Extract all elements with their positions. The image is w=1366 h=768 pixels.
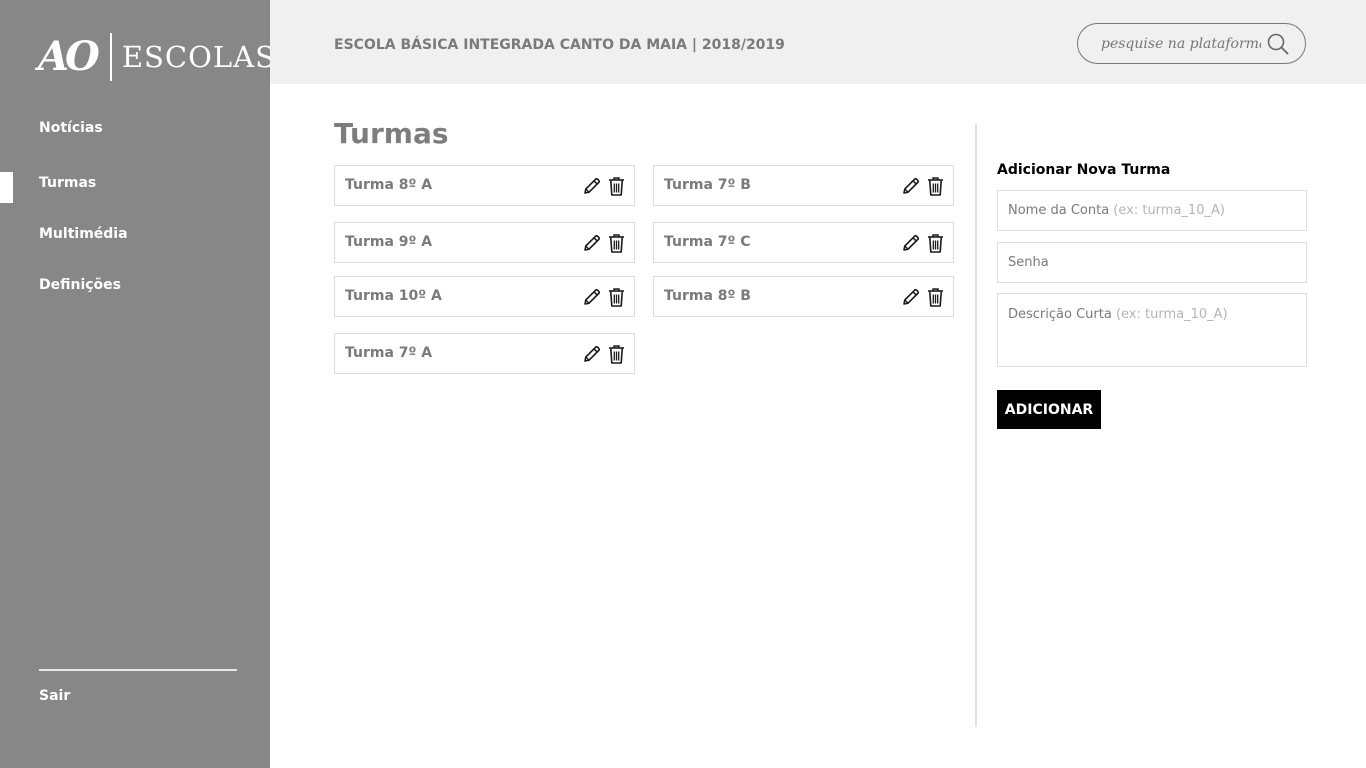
sidebar-item-turmas[interactable]: Turmas: [39, 175, 96, 191]
class-name: Turma 7º B: [664, 177, 751, 193]
class-card[interactable]: Turma 10º A: [334, 276, 635, 317]
account-name-placeholder: Nome da Conta (ex: turma_10_A): [1008, 203, 1225, 218]
class-card[interactable]: Turma 7º C: [653, 222, 954, 263]
sidebar-divider: [39, 669, 237, 671]
app-logo[interactable]: AO ESCOLAS: [38, 32, 276, 82]
class-card[interactable]: Turma 8º B: [653, 276, 954, 317]
pencil-icon[interactable]: [901, 176, 921, 196]
pencil-icon[interactable]: [582, 287, 602, 307]
trash-icon[interactable]: [927, 176, 944, 196]
school-title: ESCOLA BÁSICA INTEGRADA CANTO DA MAIA | …: [334, 37, 785, 53]
logo-mark: AO: [38, 33, 100, 80]
class-name: Turma 7º A: [345, 345, 433, 361]
class-card[interactable]: Turma 8º A: [334, 165, 635, 206]
class-name: Turma 7º C: [664, 234, 751, 250]
page-title: Turmas: [334, 117, 449, 150]
sidebar-item-definicoes[interactable]: Definições: [39, 277, 121, 293]
sidebar: AO ESCOLAS Notícias Turmas Multimédia De…: [0, 0, 275, 768]
class-card[interactable]: Turma 9º A: [334, 222, 635, 263]
active-nav-indicator: [0, 172, 13, 203]
search-input[interactable]: [1101, 33, 1261, 55]
short-description-placeholder: Descrição Curta (ex: turma_10_A): [1008, 307, 1228, 322]
top-header: ESCOLA BÁSICA INTEGRADA CANTO DA MAIA | …: [270, 0, 1366, 84]
pencil-icon[interactable]: [582, 176, 602, 196]
trash-icon[interactable]: [608, 176, 625, 196]
class-name: Turma 10º A: [345, 288, 442, 304]
account-name-field[interactable]: Nome da Conta (ex: turma_10_A): [997, 190, 1307, 231]
password-field[interactable]: Senha: [997, 242, 1307, 283]
class-name: Turma 8º A: [345, 177, 433, 193]
class-card[interactable]: Turma 7º A: [334, 333, 635, 374]
search-box[interactable]: [1077, 23, 1306, 64]
pencil-icon[interactable]: [582, 344, 602, 364]
pencil-icon[interactable]: [901, 233, 921, 253]
trash-icon[interactable]: [608, 344, 625, 364]
sidebar-item-noticias[interactable]: Notícias: [39, 120, 103, 136]
logout-link[interactable]: Sair: [39, 688, 70, 704]
add-class-button[interactable]: ADICIONAR: [997, 390, 1101, 429]
vertical-divider: [975, 124, 977, 727]
password-placeholder: Senha: [1008, 255, 1049, 270]
sidebar-item-multimedia[interactable]: Multimédia: [39, 226, 128, 242]
trash-icon[interactable]: [608, 233, 625, 253]
logo-divider: [109, 33, 112, 81]
class-name: Turma 9º A: [345, 234, 433, 250]
trash-icon[interactable]: [927, 287, 944, 307]
pencil-icon[interactable]: [901, 287, 921, 307]
logo-text: ESCOLAS: [121, 39, 276, 74]
class-card[interactable]: Turma 7º B: [653, 165, 954, 206]
pencil-icon[interactable]: [582, 233, 602, 253]
search-icon[interactable]: [1267, 33, 1289, 55]
trash-icon[interactable]: [608, 287, 625, 307]
short-description-field[interactable]: Descrição Curta (ex: turma_10_A): [997, 293, 1307, 367]
class-name: Turma 8º B: [664, 288, 751, 304]
form-title: Adicionar Nova Turma: [997, 162, 1171, 178]
trash-icon[interactable]: [927, 233, 944, 253]
